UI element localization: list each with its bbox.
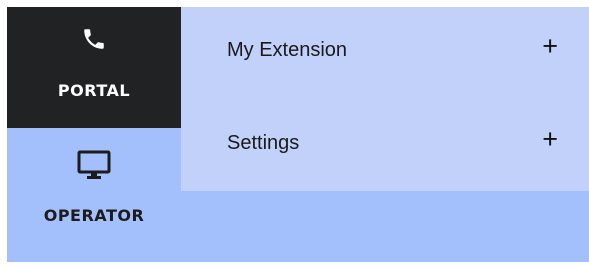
submenu-item-label: My Extension <box>227 39 348 61</box>
plus-icon[interactable]: + <box>542 126 558 153</box>
app-frame: PORTAL OPERATOR My Extension + Settings … <box>7 7 589 262</box>
nav-item-operator[interactable]: OPERATOR <box>7 128 181 262</box>
portal-submenu: My Extension + Settings + <box>181 7 589 191</box>
submenu-item-settings[interactable]: Settings + <box>181 99 589 189</box>
submenu-item-my-extension[interactable]: My Extension + <box>181 7 589 97</box>
phone-icon <box>81 26 107 52</box>
nav-item-portal[interactable]: PORTAL <box>7 7 181 128</box>
nav-item-label: PORTAL <box>57 81 131 100</box>
side-nav: PORTAL OPERATOR <box>7 7 181 262</box>
submenu-item-label: Settings <box>227 132 300 154</box>
monitor-icon <box>77 149 111 181</box>
plus-icon[interactable]: + <box>542 33 558 60</box>
nav-item-label: OPERATOR <box>43 206 145 225</box>
